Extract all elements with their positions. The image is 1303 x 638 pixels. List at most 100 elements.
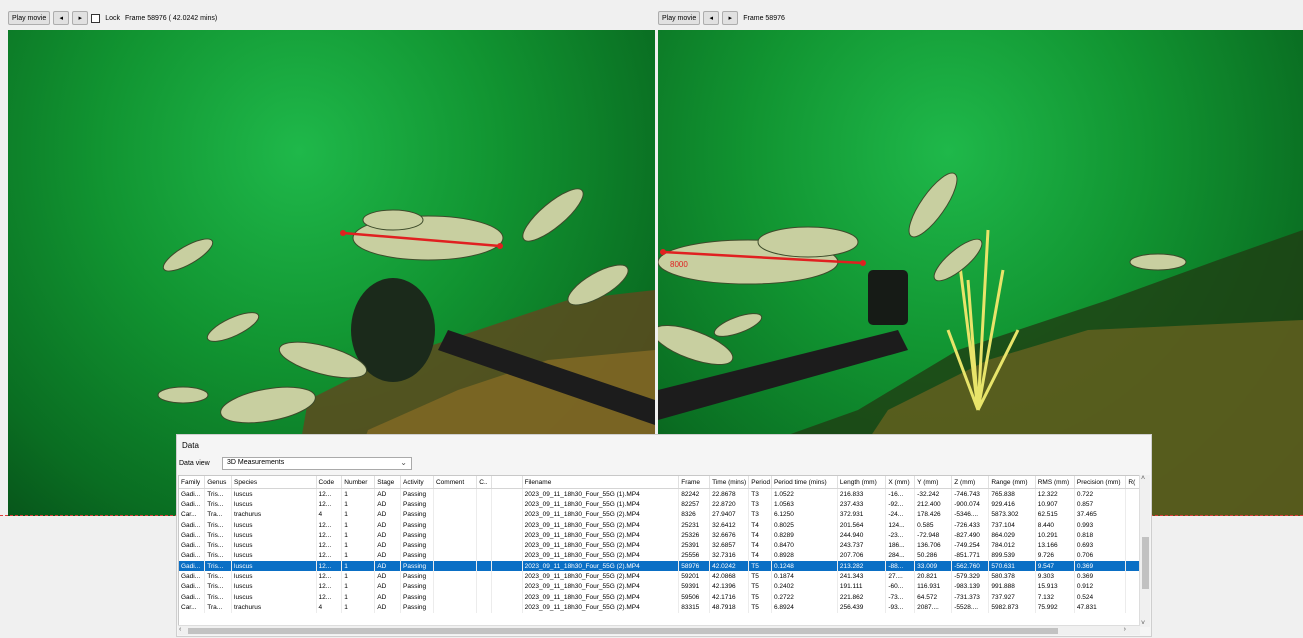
table-cell: 33.009 xyxy=(914,561,953,572)
table-cell: -23... xyxy=(885,530,916,541)
table-cell: Gadi... xyxy=(179,530,206,541)
table-row[interactable]: Gadi... Tris... luscus 12... 1 AD Passing 2023_… xyxy=(179,540,1139,551)
column-header[interactable]: Code xyxy=(316,476,343,489)
table-cell: 0.993 xyxy=(1074,519,1127,531)
column-header[interactable]: Precision (mm) xyxy=(1074,476,1127,489)
table-cell: -746.743 xyxy=(951,488,990,500)
table-cell xyxy=(491,581,523,592)
left-next-frame-button[interactable]: ▸ xyxy=(72,11,89,25)
column-header[interactable]: Frame xyxy=(678,476,711,489)
table-cell: 2023_09_11_18h30_Four_55G (2).MP4 xyxy=(522,561,680,572)
column-header[interactable]: R( xyxy=(1125,476,1139,489)
column-header[interactable]: Z (mm) xyxy=(951,476,990,489)
column-header[interactable]: Length (mm) xyxy=(837,476,887,489)
table-cell: 2023_09_11_18h30_Four_55G (2).MP4 xyxy=(522,519,680,531)
left-play-movie-button[interactable]: Play movie xyxy=(8,11,51,25)
column-header[interactable]: Number xyxy=(341,476,376,489)
table-cell: AD xyxy=(374,581,401,592)
column-header[interactable]: Y (mm) xyxy=(914,476,953,489)
table-cell: 32.7316 xyxy=(709,550,750,562)
scroll-down-icon[interactable]: ˅ xyxy=(1141,620,1145,627)
table-cell: Gadi... xyxy=(179,550,206,562)
table-cell: 13.166 xyxy=(1035,540,1075,551)
right-play-movie-button[interactable]: Play movie xyxy=(658,11,701,25)
table-cell: 2023_09_11_18h30_Four_55G (2).MP4 xyxy=(522,530,680,541)
column-header[interactable]: Genus xyxy=(204,476,233,489)
table-cell: 765.838 xyxy=(988,488,1036,500)
scroll-up-icon[interactable]: ˄ xyxy=(1141,475,1145,482)
column-header[interactable]: X (mm) xyxy=(885,476,916,489)
table-cell xyxy=(1125,530,1139,541)
scroll-right-icon[interactable]: › xyxy=(1124,626,1126,633)
table-cell: 25231 xyxy=(678,519,711,531)
data-view-select[interactable]: 3D Measurements ⌄ xyxy=(222,457,412,470)
table-cell: 12... xyxy=(316,550,343,562)
table-cell: 0.585 xyxy=(914,519,953,531)
table-cell: 2023_09_11_18h30_Four_55G (2).MP4 xyxy=(522,581,680,592)
table-row[interactable]: Gadi... Tris... luscus 12... 1 AD Passing 2023_… xyxy=(179,550,1139,562)
lock-checkbox[interactable] xyxy=(91,13,101,23)
table-row[interactable]: Gadi... Tris... luscus 12... 1 AD Passing 2023_… xyxy=(179,561,1139,572)
column-header[interactable]: Stage xyxy=(374,476,401,489)
measurements-table[interactable]: Family Genus Species Code Number Stage Activit… xyxy=(178,475,1140,627)
table-cell: Passing xyxy=(400,499,434,510)
table-cell: 15.913 xyxy=(1035,581,1075,592)
table-row[interactable]: Car... Tra... trachurus 4 1 AD Passing 2023_09_… xyxy=(179,509,1139,520)
table-row[interactable]: Gadi... Tris... luscus 12... 1 AD Passing 2023_… xyxy=(179,591,1139,603)
column-header[interactable]: Family xyxy=(179,476,206,489)
table-row[interactable]: Gadi... Tris... luscus 12... 1 AD Passing 2023_… xyxy=(179,571,1139,582)
table-cell: AD xyxy=(374,550,401,562)
table-cell: Tris... xyxy=(204,530,233,541)
table-cell: luscus xyxy=(231,581,317,592)
column-header[interactable]: Range (mm) xyxy=(988,476,1036,489)
table-cell: 0.722 xyxy=(1074,488,1127,500)
scroll-left-icon[interactable]: ‹ xyxy=(179,626,181,633)
table-row[interactable]: Gadi... Tris... luscus 12... 1 AD Passing 2023_… xyxy=(179,499,1139,510)
table-row[interactable]: Car... Tra... trachurus 4 1 AD Passing 2023_09_… xyxy=(179,602,1139,613)
table-cell: 12... xyxy=(316,488,343,500)
table-cell: Gadi... xyxy=(179,561,206,572)
column-header[interactable]: Comment xyxy=(433,476,478,489)
table-cell: Gadi... xyxy=(179,540,206,551)
horizontal-scrollbar[interactable]: ‹ › xyxy=(178,625,1140,635)
table-cell xyxy=(491,561,523,572)
lock-label: Lock xyxy=(105,14,121,22)
table-row[interactable]: Gadi... Tris... luscus 12... 1 AD Passing 2023_… xyxy=(179,519,1139,531)
table-cell: 2023_09_11_18h30_Four_55G (2).MP4 xyxy=(522,602,680,613)
table-cell: 59506 xyxy=(678,591,711,603)
table-row[interactable]: Gadi... Tris... luscus 12... 1 AD Passing 2023_… xyxy=(179,488,1139,500)
column-header[interactable]: C.. xyxy=(476,476,492,489)
table-cell xyxy=(476,530,492,541)
table-cell: luscus xyxy=(231,571,317,582)
table-cell: 27.9407 xyxy=(709,509,750,520)
column-header[interactable]: Filename xyxy=(522,476,680,489)
table-cell: 2023_09_11_18h30_Four_55G (2).MP4 xyxy=(522,591,680,603)
table-cell: luscus xyxy=(231,530,317,541)
table-cell: luscus xyxy=(231,591,317,603)
table-cell: Car... xyxy=(179,602,206,613)
table-cell xyxy=(491,591,523,603)
table-cell: 2087.... xyxy=(914,602,953,613)
column-header[interactable]: Period time (mins) xyxy=(771,476,838,489)
table-cell: 243.737 xyxy=(837,540,887,551)
column-header[interactable] xyxy=(491,476,523,489)
vertical-scroll-thumb[interactable] xyxy=(1142,537,1149,589)
column-header[interactable]: Activity xyxy=(400,476,434,489)
table-row[interactable]: Gadi... Tris... luscus 12... 1 AD Passing 2023_… xyxy=(179,530,1139,541)
right-prev-frame-button[interactable]: ◂ xyxy=(703,11,720,25)
column-header[interactable]: Time (mins) xyxy=(709,476,750,489)
table-cell: 4 xyxy=(316,602,343,613)
vertical-scrollbar[interactable]: ˄ ˅ xyxy=(1139,475,1150,627)
column-header[interactable]: Species xyxy=(231,476,317,489)
left-prev-frame-button[interactable]: ◂ xyxy=(53,11,70,25)
table-cell xyxy=(1125,550,1139,562)
horizontal-scroll-thumb[interactable] xyxy=(188,628,1058,634)
left-frame-readout: Frame 58976 ( 42.0242 mins) xyxy=(125,14,218,22)
table-row[interactable]: Gadi... Tris... luscus 12... 1 AD Passing 2023_… xyxy=(179,581,1139,592)
table-cell: -92... xyxy=(885,499,916,510)
right-next-frame-button[interactable]: ▸ xyxy=(722,11,739,25)
column-header[interactable]: Period xyxy=(748,476,772,489)
table-cell: 1 xyxy=(341,571,376,582)
column-header[interactable]: RMS (mm) xyxy=(1035,476,1075,489)
table-cell xyxy=(433,509,478,520)
